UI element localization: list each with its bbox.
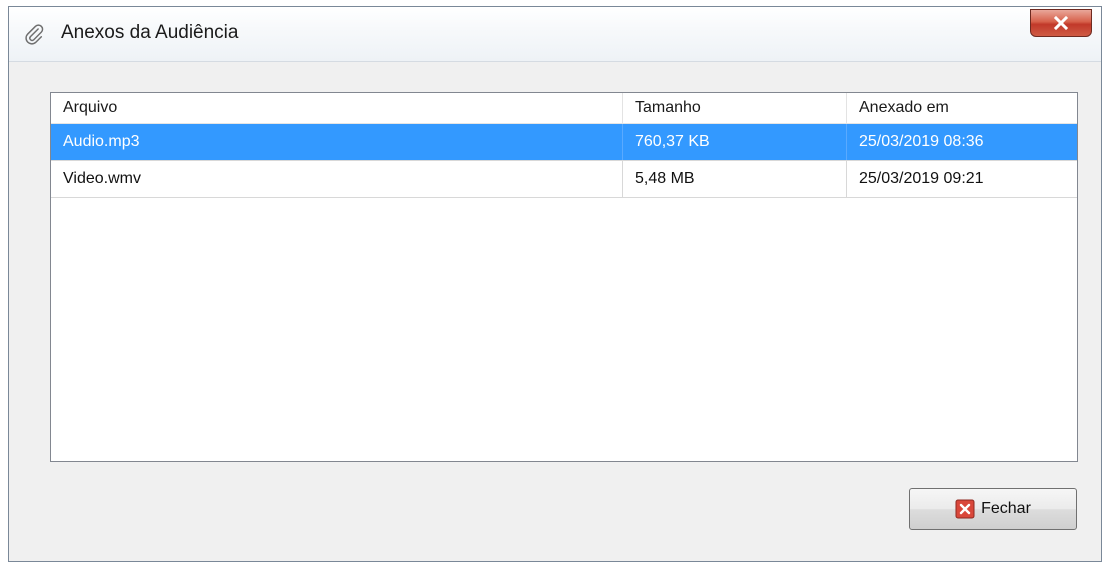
paperclip-icon xyxy=(25,24,44,45)
dialog-window: Anexos da Audiência Arquivo Tamanho Anex… xyxy=(8,6,1102,562)
table-row[interactable]: Video.wmv 5,48 MB 25/03/2019 09:21 xyxy=(51,161,1077,198)
close-dialog-label: Fechar xyxy=(981,500,1031,517)
cell-size: 760,37 KB xyxy=(623,124,847,160)
window-title: Anexos da Audiência xyxy=(61,22,239,43)
red-x-icon xyxy=(955,499,975,519)
list-header: Arquivo Tamanho Anexado em xyxy=(51,93,1077,124)
table-row[interactable]: Audio.mp3 760,37 KB 25/03/2019 08:36 xyxy=(51,124,1077,161)
dialog-content: Arquivo Tamanho Anexado em Audio.mp3 760… xyxy=(9,62,1101,561)
cell-file: Video.wmv xyxy=(51,161,623,197)
cell-size: 5,48 MB xyxy=(623,161,847,197)
close-icon xyxy=(1053,15,1069,31)
column-header-size[interactable]: Tamanho xyxy=(623,93,847,123)
attachments-list[interactable]: Arquivo Tamanho Anexado em Audio.mp3 760… xyxy=(50,92,1078,462)
cell-file: Audio.mp3 xyxy=(51,124,623,160)
window-close-button[interactable] xyxy=(1030,9,1092,37)
column-header-date[interactable]: Anexado em xyxy=(847,93,1077,123)
cell-date: 25/03/2019 08:36 xyxy=(859,133,984,150)
column-header-file[interactable]: Arquivo xyxy=(51,93,623,123)
title-bar[interactable]: Anexos da Audiência xyxy=(9,7,1101,62)
close-dialog-button[interactable]: Fechar xyxy=(909,488,1077,530)
cell-date: 25/03/2019 09:21 xyxy=(859,170,984,187)
